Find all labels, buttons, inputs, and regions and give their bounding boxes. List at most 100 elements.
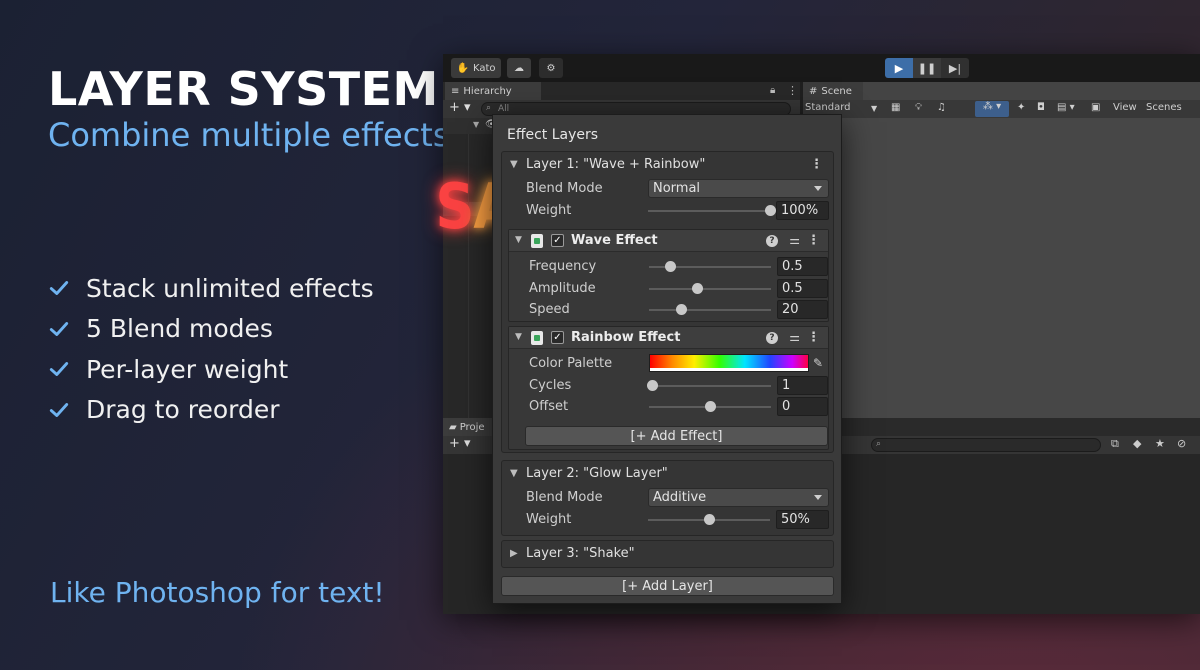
weight-field[interactable]: 50% — [776, 510, 829, 529]
effect-layers-popup: Effect Layers ▼ Layer 1: "Wave + Rainbow… — [492, 114, 842, 604]
collapse-arrow-icon[interactable]: ▼ — [515, 332, 522, 342]
scene-viewport[interactable] — [803, 118, 1200, 418]
eyedropper-icon[interactable]: ✎ — [813, 356, 823, 370]
more-icon[interactable]: ⋮ — [807, 233, 820, 248]
effect-header[interactable]: ▼ ✓ Wave Effect ? ⚌ ⋮ — [509, 230, 828, 252]
preset-sliders-icon[interactable]: ⚌ — [789, 233, 800, 247]
param-label: Cycles — [529, 378, 572, 393]
effect-header[interactable]: ▼ ✓ Rainbow Effect ? ⚌ ⋮ — [509, 327, 828, 349]
hero-subtitle: Combine multiple effects — [48, 116, 450, 154]
help-icon[interactable]: ? — [766, 332, 778, 344]
step-button[interactable]: ▶| — [941, 58, 969, 78]
param-field[interactable]: 0.5 — [777, 279, 828, 298]
hidden-toggle-icon[interactable]: ⊘ — [1177, 437, 1186, 450]
feature-item: Drag to reorder — [48, 390, 374, 431]
shading-mode-dropdown[interactable]: Standard — [805, 102, 851, 113]
layer-name: Layer 1: "Wave + Rainbow" — [526, 157, 706, 172]
collapse-arrow-icon[interactable]: ▼ — [510, 468, 518, 479]
param-field[interactable]: 20 — [777, 300, 828, 319]
chevron-down-icon: ▼ — [871, 104, 878, 113]
more-icon[interactable]: ⋮ — [787, 84, 798, 97]
script-icon — [531, 331, 543, 345]
account-label: Kato — [472, 62, 496, 74]
param-slider-knob[interactable] — [676, 304, 688, 315]
blend-mode-label: Blend Mode — [526, 490, 603, 505]
audio-icon[interactable]: ♫ — [937, 102, 946, 113]
param-field[interactable]: 0 — [777, 397, 828, 416]
checkmark-icon — [49, 281, 69, 296]
sample-text-glyph: S — [435, 170, 475, 243]
layer-header[interactable]: ▼ Layer 1: "Wave + Rainbow" ⋮ — [502, 152, 833, 178]
param-slider-knob[interactable] — [692, 283, 704, 294]
search-placeholder: All — [498, 104, 510, 114]
settings-button[interactable]: ⚙ — [539, 58, 563, 78]
preset-sliders-icon[interactable]: ⚌ — [789, 330, 800, 344]
param-field[interactable]: 0.5 — [777, 257, 828, 276]
param-label: Offset — [529, 399, 569, 414]
filter-label-icon[interactable]: ◆ — [1133, 437, 1141, 450]
param-slider-track[interactable] — [649, 288, 771, 290]
effects-icon[interactable]: ✦ — [1017, 102, 1025, 113]
script-icon — [531, 234, 543, 248]
grid-icon: # — [809, 85, 818, 97]
param-field[interactable]: 1 — [777, 376, 828, 395]
param-slider-knob[interactable] — [647, 380, 659, 391]
weight-slider-track[interactable] — [648, 210, 770, 212]
color-palette-gradient[interactable] — [649, 354, 809, 372]
enable-checkbox[interactable]: ✓ — [551, 331, 564, 344]
help-icon[interactable]: ? — [766, 235, 778, 247]
step-icon: ▶| — [948, 61, 962, 75]
layers-icon[interactable]: ▤ ▾ — [1057, 102, 1075, 113]
more-icon[interactable]: ⋮ — [807, 330, 820, 345]
filter-type-icon[interactable]: ⧉ — [1111, 437, 1119, 451]
feature-text: Per-layer weight — [86, 354, 289, 384]
cloud-icon: ☁ — [514, 62, 524, 74]
account-button[interactable]: ✋ Kato — [451, 58, 501, 78]
layer-name: Layer 3: "Shake" — [526, 546, 635, 561]
lighting-icon[interactable]: 💡︎ — [915, 102, 922, 113]
param-slider-knob[interactable] — [704, 401, 716, 412]
enable-checkbox[interactable]: ✓ — [551, 234, 564, 247]
cloud-button[interactable]: ☁ — [507, 58, 531, 78]
add-layer-button[interactable]: [+ Add Layer] — [501, 576, 834, 596]
weight-label: Weight — [526, 203, 572, 218]
layer-header[interactable]: ▶ Layer 3: "Shake" — [502, 541, 833, 567]
scene-toolbar: Standard ▼ ▦ 💡︎ ♫ ⁂ ▾ ✦ ◘ ▤ ▾ ▣ View Sce… — [803, 100, 1200, 118]
weight-slider-knob[interactable] — [703, 514, 715, 525]
play-icon: ▶ — [894, 61, 904, 75]
collapse-arrow-icon[interactable]: ▼ — [515, 235, 522, 245]
play-button[interactable]: ▶ — [885, 58, 913, 78]
blend-mode-value: Additive — [653, 490, 707, 505]
project-search-input[interactable]: ⌕ — [871, 438, 1101, 452]
weight-field[interactable]: 100% — [776, 201, 829, 220]
lock-icon[interactable]: 🔒︎ — [770, 85, 775, 96]
scenes-menu[interactable]: Scenes — [1146, 102, 1182, 113]
add-icon[interactable]: + ▾ — [449, 100, 471, 115]
tab-hierarchy[interactable]: ≡ Hierarchy — [445, 82, 541, 100]
toggle-2d-icon[interactable]: ▦ — [891, 102, 900, 113]
layer-header[interactable]: ▼ Layer 2: "Glow Layer" — [502, 461, 833, 487]
more-icon[interactable]: ⋮ — [810, 157, 823, 172]
view-menu[interactable]: View — [1113, 102, 1137, 113]
pause-icon: ❚❚ — [917, 61, 937, 75]
blend-mode-dropdown[interactable]: Additive — [648, 488, 829, 507]
add-icon[interactable]: + ▾ — [449, 436, 471, 451]
frame-icon[interactable]: ▣ — [1091, 102, 1100, 113]
param-label: Speed — [529, 302, 570, 317]
gizmo-toggle-button[interactable]: ⁂ ▾ — [975, 101, 1009, 117]
param-slider-track[interactable] — [649, 385, 771, 387]
pause-button[interactable]: ❚❚ — [913, 58, 941, 78]
collapse-arrow-icon[interactable]: ▼ — [510, 159, 518, 170]
weight-label: Weight — [526, 512, 572, 527]
feature-text: Stack unlimited effects — [86, 273, 374, 303]
param-slider-knob[interactable] — [665, 261, 677, 272]
blend-mode-dropdown[interactable]: Normal — [648, 179, 829, 198]
tab-scene[interactable]: # Scene — [803, 82, 863, 100]
weight-slider-knob[interactable] — [764, 205, 776, 216]
camera-icon[interactable]: ◘ — [1037, 102, 1045, 113]
add-effect-button[interactable]: [+ Add Effect] — [525, 426, 828, 446]
expand-arrow-icon[interactable]: ▶ — [510, 548, 518, 559]
layer-3-panel: ▶ Layer 3: "Shake" — [501, 540, 834, 568]
param-slider-track[interactable] — [649, 309, 771, 311]
favorite-icon[interactable]: ★ — [1155, 437, 1165, 450]
